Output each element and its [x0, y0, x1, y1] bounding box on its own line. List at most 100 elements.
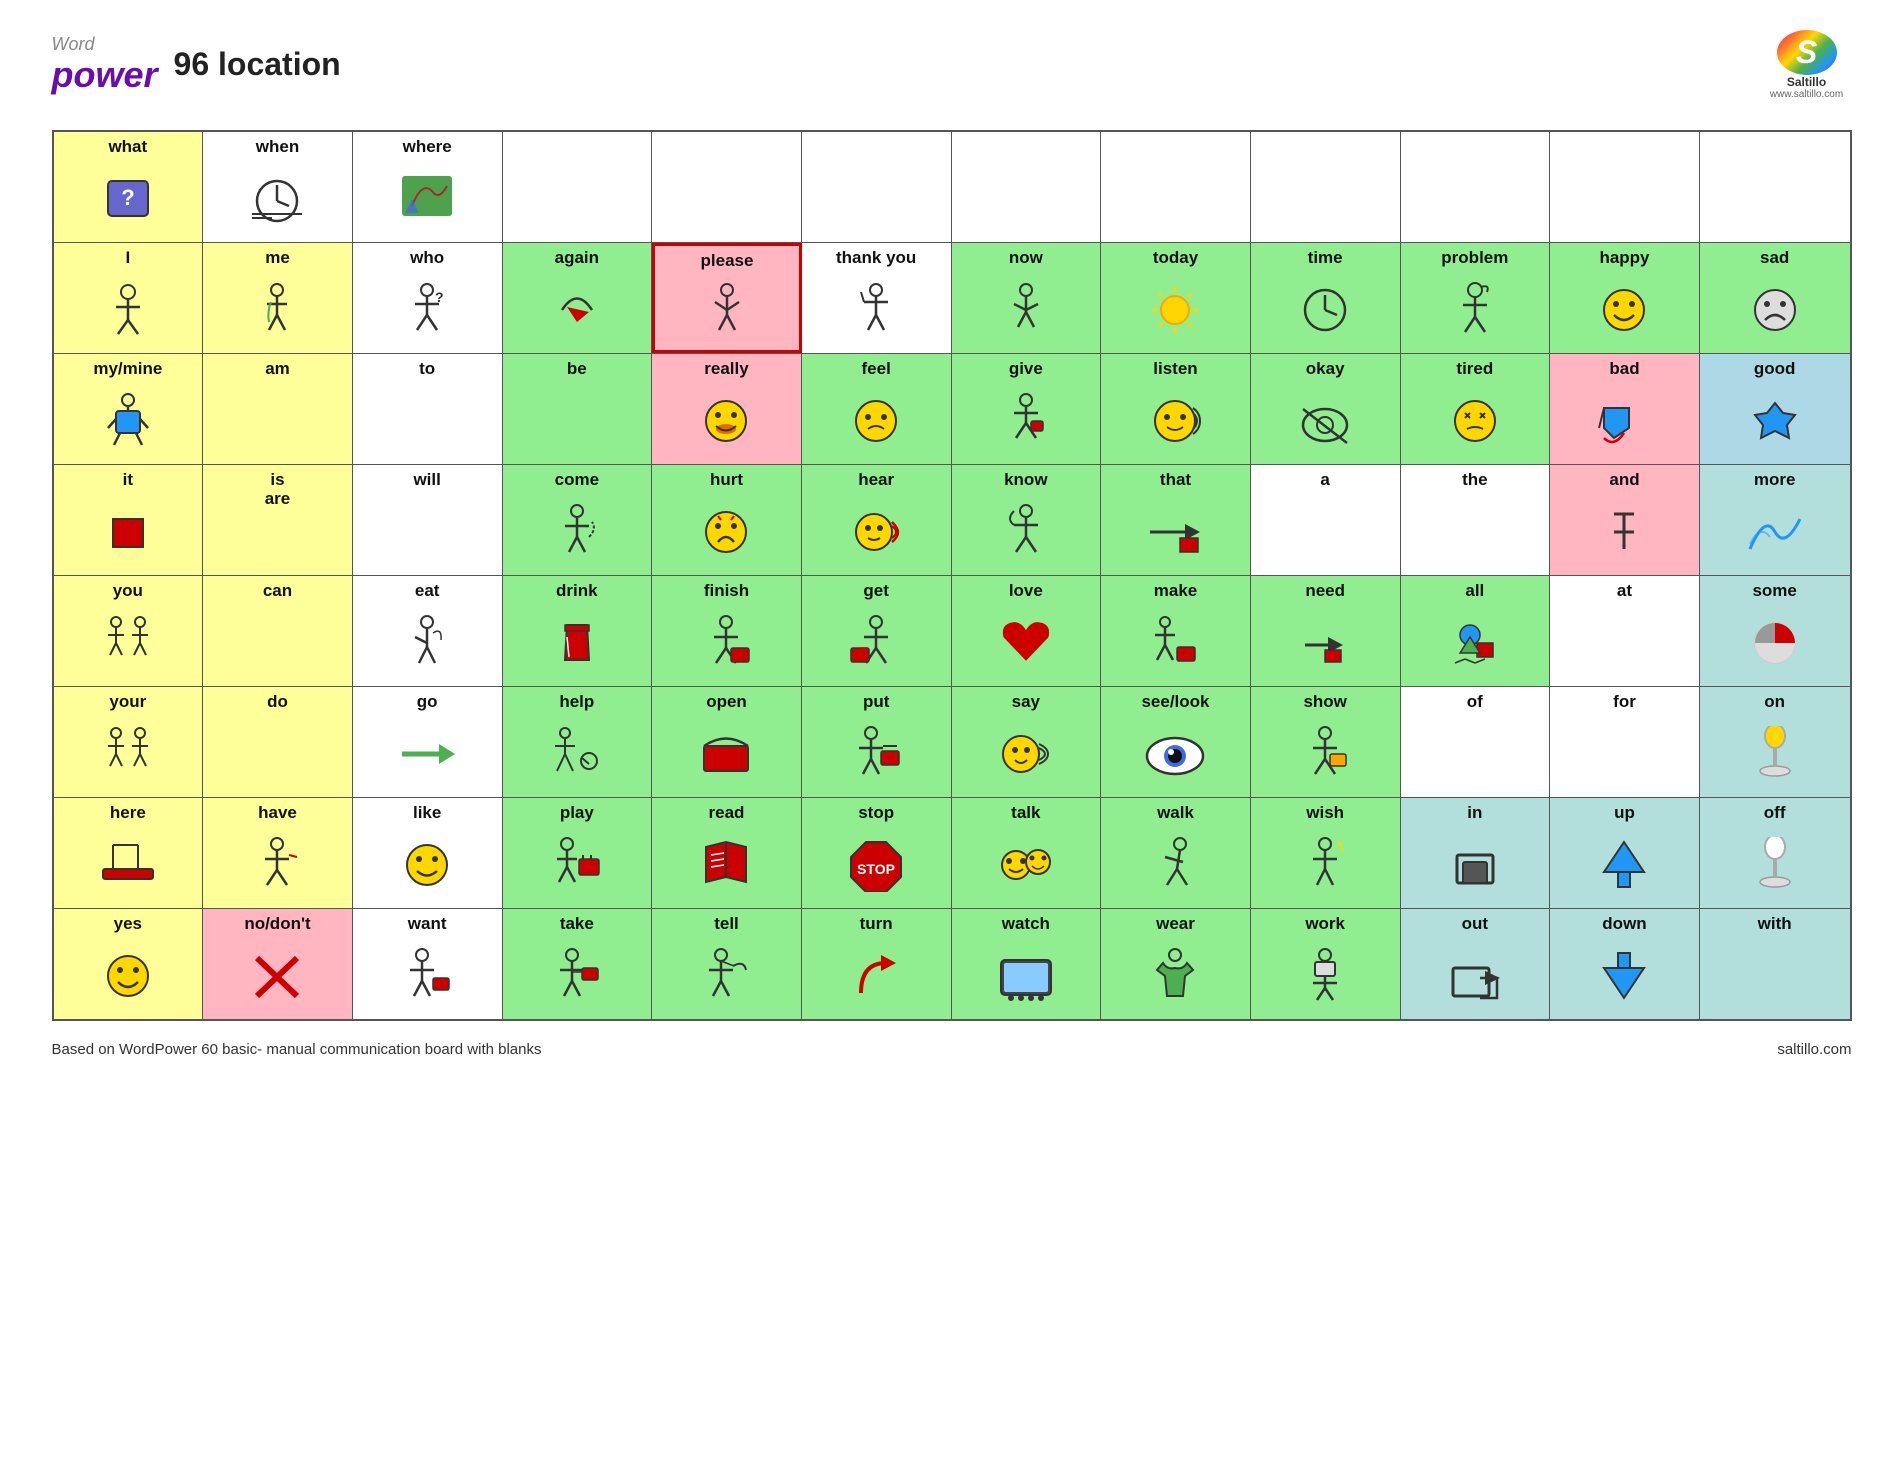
cell-tired[interactable]: tired — [1401, 354, 1551, 464]
cell-see-look[interactable]: see/look — [1101, 687, 1251, 797]
cell-more[interactable]: more — [1700, 465, 1850, 575]
cell-tell[interactable]: tell — [652, 909, 802, 1019]
cell-watch-label: watch — [1002, 915, 1050, 934]
logo-word: Word — [52, 35, 158, 55]
cell-it[interactable]: it — [54, 465, 204, 575]
cell-have[interactable]: have — [203, 798, 353, 908]
cell-turn[interactable]: turn — [802, 909, 952, 1019]
cell-the[interactable]: the — [1401, 465, 1551, 575]
cell-drink[interactable]: drink — [503, 576, 653, 686]
cell-your[interactable]: your — [54, 687, 204, 797]
cell-some-label: some — [1752, 582, 1796, 601]
cell-I[interactable]: I — [54, 243, 204, 353]
cell-stop[interactable]: stop STOP — [802, 798, 952, 908]
cell-put[interactable]: put — [802, 687, 952, 797]
cell-yes[interactable]: yes — [54, 909, 204, 1019]
cell-am[interactable]: am — [203, 354, 353, 464]
cell-be[interactable]: be — [503, 354, 653, 464]
logo: Word power — [52, 35, 158, 94]
cell-down[interactable]: down — [1550, 909, 1700, 1019]
cell-is-are[interactable]: is are — [203, 465, 353, 575]
cell-now[interactable]: now — [952, 243, 1102, 353]
cell-wear[interactable]: wear — [1101, 909, 1251, 1019]
cell-watch[interactable]: watch — [952, 909, 1102, 1019]
cell-okay[interactable]: okay — [1251, 354, 1401, 464]
cell-in[interactable]: in — [1401, 798, 1551, 908]
cell-go[interactable]: go — [353, 687, 503, 797]
cell-really[interactable]: really — [652, 354, 802, 464]
cell-some[interactable]: some — [1700, 576, 1850, 686]
cell-good[interactable]: good — [1700, 354, 1850, 464]
cell-like[interactable]: like — [353, 798, 503, 908]
cell-work[interactable]: work — [1251, 909, 1401, 1019]
cell-that[interactable]: that — [1101, 465, 1251, 575]
cell-feel[interactable]: feel — [802, 354, 952, 464]
cell-hear[interactable]: hear — [802, 465, 952, 575]
cell-happy[interactable]: happy — [1550, 243, 1700, 353]
cell-listen-icon — [1145, 383, 1205, 458]
cell-finish-label: finish — [704, 582, 749, 601]
cell-at[interactable]: at — [1550, 576, 1700, 686]
cell-thank-you[interactable]: thank you — [802, 243, 952, 353]
cell-sad[interactable]: sad — [1700, 243, 1850, 353]
cell-you[interactable]: you — [54, 576, 204, 686]
cell-make[interactable]: make — [1101, 576, 1251, 686]
cell-time[interactable]: time — [1251, 243, 1401, 353]
cell-show[interactable]: show — [1251, 687, 1401, 797]
cell-where[interactable]: where — [353, 132, 503, 242]
cell-get-label: get — [863, 582, 889, 601]
cell-take[interactable]: take — [503, 909, 653, 1019]
cell-need[interactable]: need — [1251, 576, 1401, 686]
cell-help[interactable]: help — [503, 687, 653, 797]
footer-right: saltillo.com — [1777, 1041, 1851, 1058]
cell-can[interactable]: can — [203, 576, 353, 686]
cell-eat[interactable]: eat — [353, 576, 503, 686]
cell-me[interactable]: me — [203, 243, 353, 353]
cell-know[interactable]: know — [952, 465, 1102, 575]
cell-listen[interactable]: listen — [1101, 354, 1251, 464]
cell-when-label: when — [256, 138, 299, 157]
cell-bad[interactable]: bad — [1550, 354, 1700, 464]
cell-do[interactable]: do — [203, 687, 353, 797]
cell-will[interactable]: will — [353, 465, 503, 575]
cell-give[interactable]: give — [952, 354, 1102, 464]
cell-today[interactable]: today — [1101, 243, 1251, 353]
cell-who[interactable]: who ? — [353, 243, 503, 353]
cell-is-are-label: is are — [265, 471, 291, 508]
cell-all[interactable]: all — [1401, 576, 1551, 686]
cell-open[interactable]: open — [652, 687, 802, 797]
cell-play[interactable]: play — [503, 798, 653, 908]
cell-say[interactable]: say — [952, 687, 1102, 797]
cell-my-mine[interactable]: my/mine — [54, 354, 204, 464]
cell-what[interactable]: what ? — [54, 132, 204, 242]
cell-of[interactable]: of — [1401, 687, 1551, 797]
cell-read[interactable]: read — [652, 798, 802, 908]
cell-a[interactable]: a — [1251, 465, 1401, 575]
cell-come[interactable]: come — [503, 465, 653, 575]
cell-wish[interactable]: wish — [1251, 798, 1401, 908]
cell-to[interactable]: to — [353, 354, 503, 464]
cell-please[interactable]: please — [652, 243, 802, 353]
cell-go-label: go — [417, 693, 438, 712]
cell-talk[interactable]: talk — [952, 798, 1102, 908]
cell-like-icon — [397, 827, 457, 902]
cell-for[interactable]: for — [1550, 687, 1700, 797]
cell-open-icon — [696, 716, 756, 791]
cell-on[interactable]: on — [1700, 687, 1850, 797]
cell-problem[interactable]: problem — [1401, 243, 1551, 353]
cell-with[interactable]: with — [1700, 909, 1850, 1019]
cell-hurt[interactable]: hurt — [652, 465, 802, 575]
cell-finish[interactable]: finish — [652, 576, 802, 686]
cell-again[interactable]: again — [503, 243, 653, 353]
cell-want[interactable]: want — [353, 909, 503, 1019]
cell-and[interactable]: and — [1550, 465, 1700, 575]
cell-walk[interactable]: walk — [1101, 798, 1251, 908]
cell-love[interactable]: love — [952, 576, 1102, 686]
cell-off[interactable]: off — [1700, 798, 1850, 908]
cell-up[interactable]: up — [1550, 798, 1700, 908]
cell-when[interactable]: when — [203, 132, 353, 242]
cell-here[interactable]: here — [54, 798, 204, 908]
cell-get[interactable]: get — [802, 576, 952, 686]
cell-out[interactable]: out — [1401, 909, 1551, 1019]
cell-no-dont[interactable]: no/don't — [203, 909, 353, 1019]
